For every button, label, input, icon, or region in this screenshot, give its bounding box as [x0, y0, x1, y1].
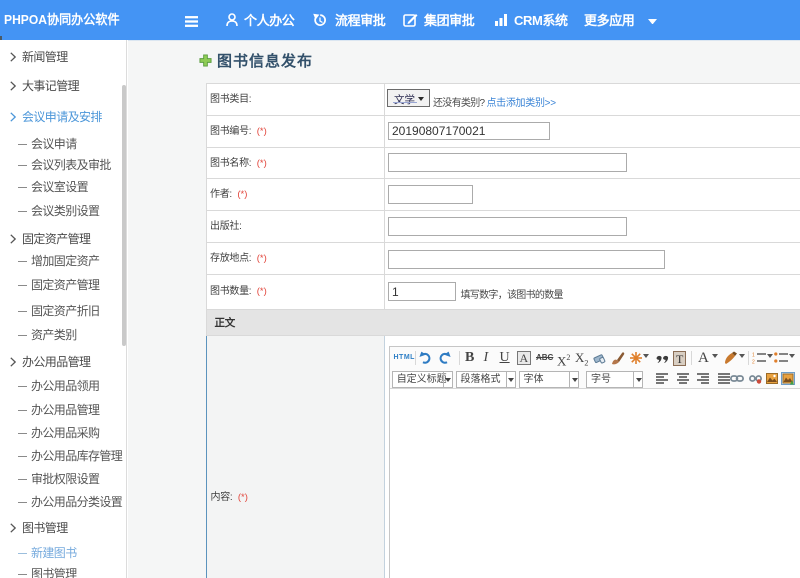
svg-text:2: 2	[752, 359, 755, 364]
svg-text:1: 1	[752, 352, 755, 358]
